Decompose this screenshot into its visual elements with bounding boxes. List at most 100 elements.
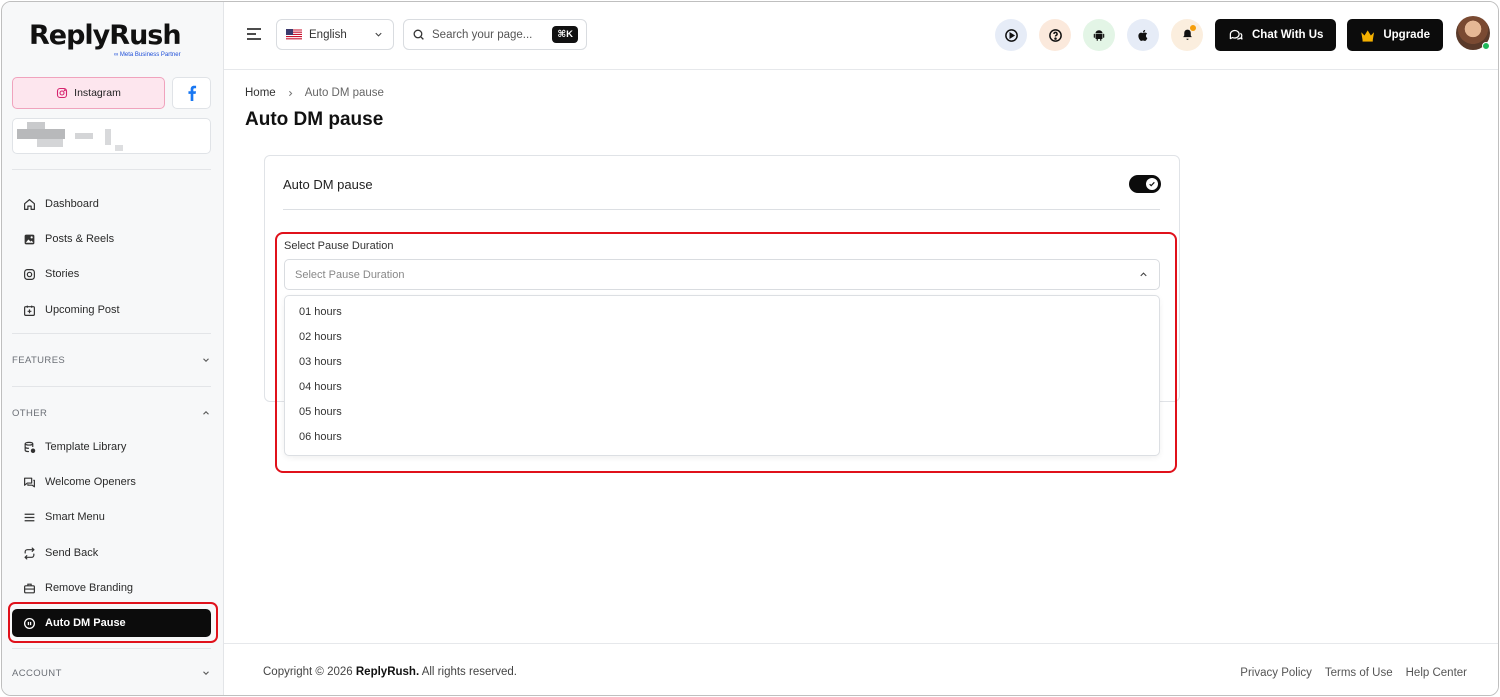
help-button[interactable] bbox=[1039, 19, 1071, 51]
sidebar-item-label: Dashboard bbox=[45, 198, 99, 210]
sidebar-item-label: Upcoming Post bbox=[45, 304, 120, 316]
video-tutorial-button[interactable] bbox=[995, 19, 1027, 51]
blurred-name-part bbox=[115, 145, 123, 151]
section-account-toggle[interactable]: ACCOUNT bbox=[12, 663, 211, 683]
auto-dm-pause-toggle[interactable] bbox=[1129, 175, 1161, 193]
sidebar-item-dashboard[interactable]: Dashboard bbox=[12, 190, 211, 218]
home-icon bbox=[24, 198, 35, 210]
sidebar-item-smart-menu[interactable]: Smart Menu bbox=[12, 503, 211, 531]
chevron-down-icon bbox=[203, 671, 209, 676]
facebook-account-button[interactable] bbox=[172, 77, 211, 109]
logo-text: ReplyRush bbox=[29, 20, 182, 51]
instagram-icon bbox=[57, 87, 68, 99]
section-features-label: FEATURES bbox=[12, 354, 66, 366]
chat-with-us-button[interactable]: Chat With Us bbox=[1215, 19, 1337, 51]
sidebar-item-upcoming-post[interactable]: Upcoming Post bbox=[12, 296, 211, 324]
instagram-account-button[interactable]: Instagram bbox=[12, 77, 165, 109]
toggle-knob bbox=[1146, 178, 1158, 190]
breadcrumb: Home Auto DM pause bbox=[245, 87, 384, 99]
chevron-down-icon bbox=[203, 358, 209, 363]
facebook-icon bbox=[187, 85, 196, 101]
privacy-policy-link[interactable]: Privacy Policy bbox=[1240, 667, 1312, 679]
footer-links: Privacy Policy Terms of Use Help Center bbox=[1240, 667, 1467, 679]
search-placeholder: Search your page... bbox=[432, 28, 533, 41]
copyright-brand: ReplyRush. bbox=[355, 666, 420, 678]
notification-dot bbox=[1190, 25, 1196, 31]
annotation-highlight-dropdown bbox=[275, 232, 1177, 473]
chat-with-us-label: Chat With Us bbox=[1252, 29, 1324, 41]
play-circle-icon bbox=[1004, 28, 1018, 42]
copyright: Copyright © 2026 ReplyRush. All rights r… bbox=[263, 666, 517, 678]
image-icon bbox=[24, 234, 35, 244]
briefcase-icon bbox=[24, 583, 35, 593]
database-icon bbox=[24, 441, 36, 453]
footer: Copyright © 2026 ReplyRush. All rights r… bbox=[224, 643, 1498, 695]
sidebar-divider bbox=[12, 386, 211, 387]
chat-bubbles-icon bbox=[1229, 29, 1243, 40]
logo-tagline: ∞ Meta Business Partner bbox=[113, 52, 181, 58]
chat-icon bbox=[24, 477, 35, 487]
sidebar-divider bbox=[12, 333, 211, 334]
repeat-icon bbox=[24, 546, 35, 560]
account-selector[interactable] bbox=[12, 118, 211, 154]
sidebar-item-send-back[interactable]: Send Back bbox=[12, 539, 211, 567]
crown-icon bbox=[1361, 29, 1375, 42]
copyright-prefix: Copyright © 2026 bbox=[263, 666, 353, 678]
sidebar-item-label: Smart Menu bbox=[45, 511, 105, 523]
section-features-toggle[interactable]: FEATURES bbox=[12, 350, 211, 370]
logo-tagline-text: Meta Business Partner bbox=[119, 52, 181, 58]
auto-dm-pause-label: Auto DM pause bbox=[283, 177, 373, 192]
search-input[interactable]: Search your page... ⌘K bbox=[403, 19, 587, 50]
section-account-label: ACCOUNT bbox=[12, 667, 62, 679]
ios-app-button[interactable] bbox=[1127, 19, 1159, 51]
sidebar: ReplyRush ∞ Meta Business Partner Instag… bbox=[2, 2, 224, 695]
terms-of-use-link[interactable]: Terms of Use bbox=[1325, 667, 1393, 679]
chevron-right-icon bbox=[288, 90, 293, 96]
sidebar-item-label: Template Library bbox=[45, 441, 127, 453]
section-other-toggle[interactable]: OTHER bbox=[12, 403, 211, 423]
blurred-avatar-part bbox=[17, 129, 65, 139]
sidebar-item-posts-reels[interactable]: Posts & Reels bbox=[12, 225, 211, 253]
top-bar: English Search your page... ⌘K Chat With… bbox=[224, 2, 1498, 70]
menu-icon bbox=[24, 513, 35, 521]
online-status-dot bbox=[1482, 42, 1490, 50]
instagram-icon bbox=[24, 268, 35, 280]
page-title: Auto DM pause bbox=[245, 109, 384, 130]
upgrade-label: Upgrade bbox=[1383, 29, 1430, 41]
sidebar-item-label: Posts & Reels bbox=[45, 233, 115, 245]
app-window: ReplyRush ∞ Meta Business Partner Instag… bbox=[1, 1, 1499, 696]
language-label: English bbox=[309, 28, 347, 41]
blurred-name-part bbox=[105, 129, 111, 145]
sidebar-item-label: Welcome Openers bbox=[45, 476, 136, 488]
upgrade-button[interactable]: Upgrade bbox=[1347, 19, 1443, 51]
sidebar-item-label: Stories bbox=[45, 268, 80, 280]
sidebar-item-remove-branding[interactable]: Remove Branding bbox=[12, 574, 211, 602]
us-flag-icon bbox=[286, 29, 302, 40]
search-icon bbox=[413, 29, 424, 40]
sidebar-item-welcome-openers[interactable]: Welcome Openers bbox=[12, 468, 211, 496]
card-divider bbox=[283, 209, 1160, 210]
sidebar-item-stories[interactable]: Stories bbox=[12, 260, 211, 288]
blurred-avatar-part bbox=[37, 139, 63, 147]
copyright-suffix: All rights reserved. bbox=[421, 666, 517, 678]
search-shortcut-badge: ⌘K bbox=[552, 26, 578, 43]
section-other-label: OTHER bbox=[12, 407, 48, 419]
blurred-name bbox=[75, 133, 93, 139]
help-center-link[interactable]: Help Center bbox=[1406, 667, 1467, 679]
calendar-plus-icon bbox=[24, 305, 35, 316]
sidebar-item-label: Remove Branding bbox=[45, 582, 134, 594]
apple-icon bbox=[1137, 29, 1147, 41]
hamburger-menu-icon[interactable] bbox=[246, 27, 262, 41]
chevron-up-icon bbox=[203, 410, 209, 415]
sidebar-divider bbox=[12, 169, 211, 170]
annotation-highlight-sidebar bbox=[8, 602, 218, 643]
sidebar-item-label: Send Back bbox=[45, 547, 99, 559]
breadcrumb-home[interactable]: Home bbox=[245, 87, 276, 99]
android-icon bbox=[1093, 29, 1105, 41]
sidebar-item-template-library[interactable]: Template Library bbox=[12, 433, 211, 461]
check-icon bbox=[1149, 181, 1155, 187]
notifications-button[interactable] bbox=[1171, 19, 1203, 51]
language-selector[interactable]: English bbox=[276, 19, 394, 50]
instagram-label: Instagram bbox=[74, 87, 121, 99]
android-app-button[interactable] bbox=[1083, 19, 1115, 51]
